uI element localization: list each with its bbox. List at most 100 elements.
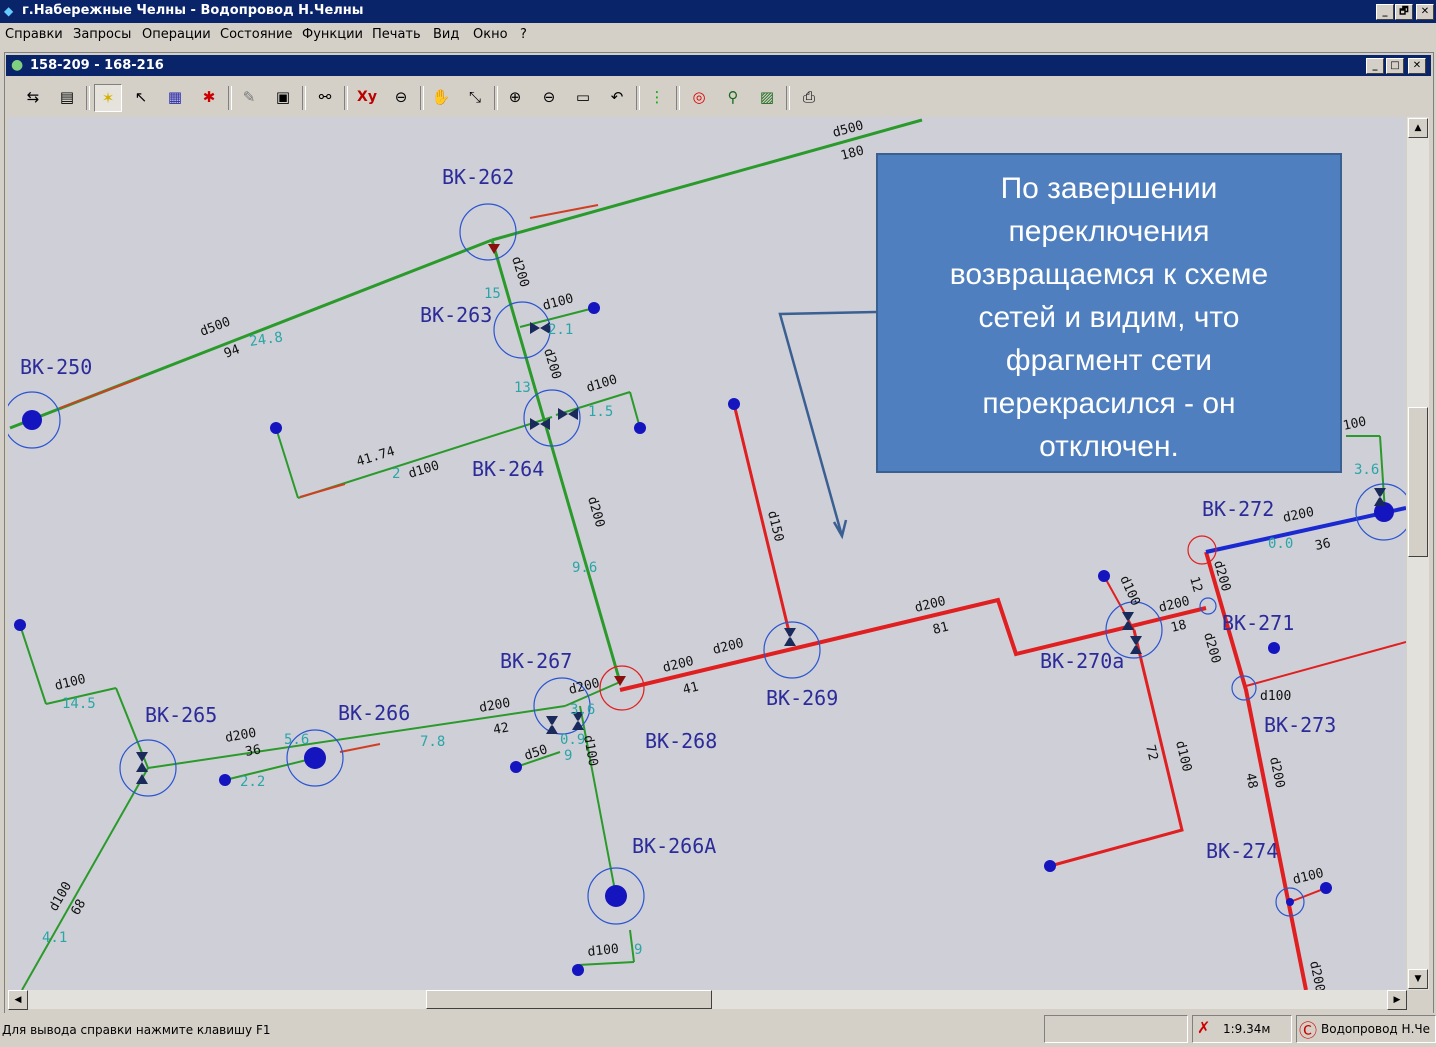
valve-icon[interactable] xyxy=(1130,636,1142,654)
node-dot[interactable] xyxy=(1268,642,1280,654)
valve-icon[interactable] xyxy=(546,716,558,734)
node-dot[interactable] xyxy=(728,398,740,410)
node-dot[interactable] xyxy=(1044,860,1056,872)
app-title: г.Набережные Челны - Водопровод Н.Челны xyxy=(22,3,364,18)
node-select-icon[interactable]: ✱ xyxy=(196,84,222,110)
network-trace-icon[interactable]: ⚲ xyxy=(720,84,746,110)
target-icon[interactable]: ◎ xyxy=(686,84,712,110)
pipe-label: d200 xyxy=(567,676,601,698)
undo-view-icon[interactable]: ↶ xyxy=(604,84,630,110)
layer-icon: Ⓒ xyxy=(1299,1021,1317,1042)
vertical-scrollbar[interactable]: ▲ ▼ xyxy=(1407,117,1429,990)
pointer-icon[interactable]: ↖ xyxy=(128,84,154,110)
measure-icon[interactable]: ⤡ xyxy=(462,84,488,110)
length-label: 4.1 xyxy=(42,930,67,946)
menu-vid[interactable]: Вид xyxy=(433,27,459,42)
node-dot[interactable] xyxy=(1286,898,1294,906)
toolbar-separator xyxy=(86,86,90,110)
scroll-right-button[interactable]: ▶ xyxy=(1387,990,1407,1010)
valve-icon[interactable] xyxy=(136,774,148,784)
node-dot[interactable] xyxy=(219,774,231,786)
eraser-icon[interactable]: ✎ xyxy=(236,84,262,110)
doc-maximize-button[interactable]: □ xyxy=(1386,58,1404,74)
magnifier-icon[interactable]: ⊖ xyxy=(388,84,414,110)
flow-arrow xyxy=(59,377,141,409)
zoom-window-icon[interactable]: ▭ xyxy=(570,84,596,110)
pipe-d100-265-c[interactable] xyxy=(19,624,47,705)
toolbar-separator xyxy=(302,86,306,110)
menu-funkcii[interactable]: Функции xyxy=(302,27,363,42)
node-dot[interactable] xyxy=(605,885,627,907)
doc-minimize-button[interactable]: _ xyxy=(1366,58,1384,74)
close-button[interactable]: ✕ xyxy=(1416,4,1434,20)
pipe-label: d200 xyxy=(584,495,607,529)
node-dot[interactable] xyxy=(1098,570,1110,582)
pipe-label: d100 xyxy=(1116,574,1142,609)
menu-okno[interactable]: Окно xyxy=(473,27,508,42)
valve-icon[interactable] xyxy=(784,628,796,646)
node-label-vk265: ВК-265 xyxy=(145,703,217,727)
select-pointer-icon[interactable]: ✶ xyxy=(94,84,122,112)
doc-close-button[interactable]: ✕ xyxy=(1408,58,1426,74)
pipe-d100-266a[interactable] xyxy=(579,705,617,897)
pipe-d500-top[interactable] xyxy=(491,118,923,242)
app-title-bar: ◆ г.Набережные Челны - Водопровод Н.Челн… xyxy=(0,0,1436,23)
scroll-down-button[interactable]: ▼ xyxy=(1408,969,1428,989)
node-dot[interactable] xyxy=(14,619,26,631)
node-dot[interactable] xyxy=(510,761,522,773)
menu-operacii[interactable]: Операции xyxy=(142,27,211,42)
toolbar-separator xyxy=(786,86,790,110)
xy-coordinates-icon[interactable]: Xy xyxy=(354,84,380,110)
vertical-scroll-thumb[interactable] xyxy=(1408,407,1428,557)
node-ring-vk263[interactable] xyxy=(493,301,551,359)
horizontal-scroll-thumb[interactable] xyxy=(426,990,712,1009)
node-ring-vk271[interactable] xyxy=(1199,597,1217,615)
callout-line: фрагмент сети xyxy=(1005,344,1213,377)
node-label-vk267: ВК-267 xyxy=(500,649,572,673)
toolbar-separator xyxy=(676,86,680,110)
area-select-icon[interactable]: ▦ xyxy=(162,84,188,110)
traffic-light-icon[interactable]: ⋮ xyxy=(644,84,670,110)
zoom-out-icon[interactable]: ⊖ xyxy=(536,84,562,110)
hand-pan-icon[interactable]: ✋ xyxy=(428,84,454,110)
pipe-label: 36 xyxy=(244,742,262,759)
info-pointer-icon[interactable]: ▣ xyxy=(270,84,296,110)
node-dot[interactable] xyxy=(572,964,584,976)
node-dot[interactable] xyxy=(22,410,42,430)
node-dot[interactable] xyxy=(1320,882,1332,894)
document-icon[interactable]: ▤ xyxy=(54,84,80,110)
valve-icon[interactable] xyxy=(488,244,500,254)
node-label-vk271: ВК-271 xyxy=(1222,611,1294,635)
status-bar: Для вывода справки нажмите клавишу F1 ✗ … xyxy=(0,1013,1436,1047)
picture-icon[interactable]: ▨ xyxy=(754,84,780,110)
zoom-in-icon[interactable]: ⊕ xyxy=(502,84,528,110)
node-dot[interactable] xyxy=(588,302,600,314)
pipe-label: 36 xyxy=(1314,536,1332,554)
pipe-label: 18 xyxy=(1169,618,1188,636)
pipe-d200-disabled[interactable] xyxy=(619,597,1207,692)
map-export-icon[interactable]: ⇆ xyxy=(20,84,46,110)
menu-zaprosy[interactable]: Запросы xyxy=(73,27,131,42)
printer-icon[interactable]: ⎙ xyxy=(796,84,822,110)
binoculars-icon[interactable]: ⚯ xyxy=(312,84,338,110)
pipe-266-stub[interactable] xyxy=(224,757,316,781)
menu-help[interactable]: ? xyxy=(520,27,527,42)
menu-spravki[interactable]: Справки xyxy=(5,27,63,42)
minimize-button[interactable]: _ xyxy=(1376,4,1394,20)
menu-pechat[interactable]: Печать xyxy=(372,27,421,42)
menu-sostoyanie[interactable]: Состояние xyxy=(220,27,292,42)
node-dot[interactable] xyxy=(304,747,326,769)
pipe-branch-left[interactable] xyxy=(275,427,299,499)
horizontal-scrollbar[interactable]: ◀ ▶ xyxy=(8,990,1407,1010)
node-ring-vk262[interactable] xyxy=(459,203,517,261)
callout-line: отключен. xyxy=(1039,430,1179,463)
node-dot[interactable] xyxy=(634,422,646,434)
node-dot[interactable] xyxy=(270,422,282,434)
toolbar: ⇆ ▤ ✶ ↖ ▦ ✱ ✎ ▣ ⚯ Xy ⊖ ✋ ⤡ ⊕ ⊖ ▭ ↶ ⋮ ◎ ⚲… xyxy=(6,78,1431,116)
scroll-left-button[interactable]: ◀ xyxy=(8,990,28,1010)
pipe-d100-bottom-left[interactable] xyxy=(21,767,149,990)
restore-button[interactable]: 🗗 xyxy=(1395,4,1413,20)
explanation-callout: По завершении переключения возвращаемся … xyxy=(876,153,1342,473)
scroll-up-button[interactable]: ▲ xyxy=(1408,118,1428,138)
pipe-d100-266a-b[interactable] xyxy=(577,961,635,966)
